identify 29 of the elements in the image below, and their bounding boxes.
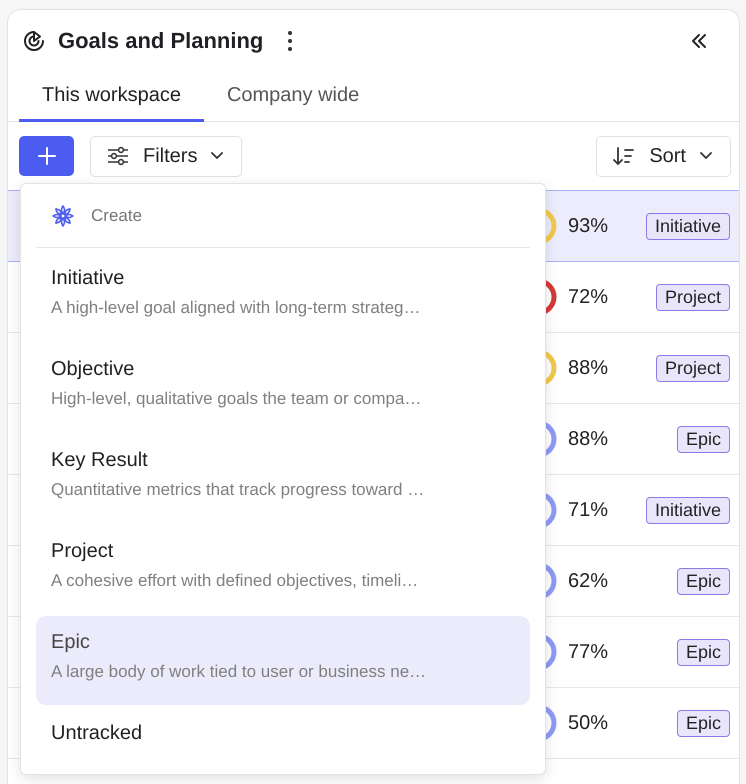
progress-percent: 71% [568,498,610,522]
type-tag: Epic [676,710,730,736]
item-title: Untracked [51,722,144,745]
item-description: A large body of work tied to user or business ne… [51,662,428,682]
item-title: Key Result [51,449,149,472]
item-description: High-level, qualitative goals the team or compa… [51,389,422,409]
item-title: Initiative [51,267,126,290]
progress-percent: 50% [568,712,610,734]
progress-percent: 88% [568,428,610,450]
panel-title: Goals and Planning [58,28,264,54]
progress-percent: 62% [568,570,610,592]
item-description: Quantitative metrics that track progress toward … [51,480,426,500]
type-tag: Project [656,354,730,382]
type-tag: Initiative [646,212,730,240]
item-title: Objective [51,358,136,381]
type-tag: Epic [676,568,730,594]
progress-percent: 93% [568,214,610,238]
type-tag: Epic [676,426,730,452]
menu-heading: Create [91,206,142,226]
item-title: Project [51,540,114,563]
item-title: Epic [51,631,91,654]
progress-percent: 88% [568,356,610,380]
type-tag: Initiative [646,496,730,524]
item-description: A cohesive effort with defined objectives, timeli… [51,571,420,591]
progress-percent: 72% [568,286,610,308]
item-description: A high-level goal aligned with long-term strateg… [51,298,422,318]
type-tag: Project [656,284,730,310]
progress-percent: 77% [568,640,610,664]
type-tag: Epic [676,638,730,666]
